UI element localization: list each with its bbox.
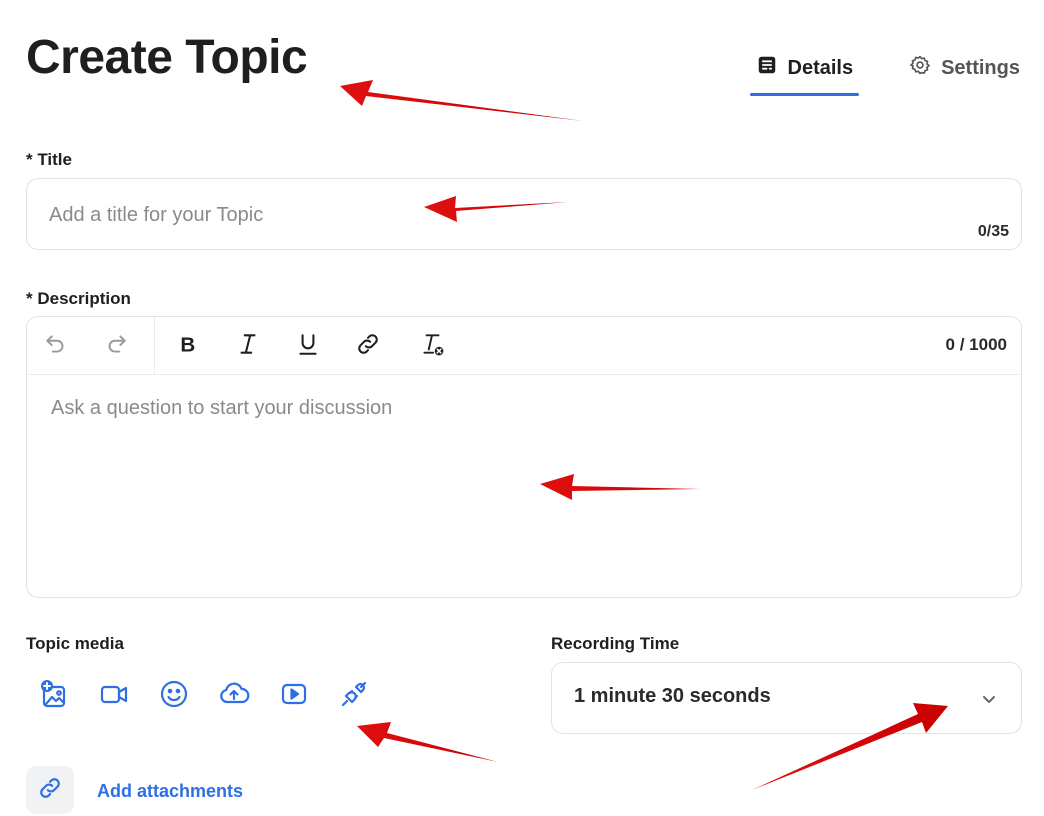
create-topic-page: Create Topic Details Settings * Title 0/…: [0, 0, 1044, 816]
italic-icon: [235, 331, 261, 362]
topic-media-toolbar: [36, 678, 372, 714]
description-char-counter: 0 / 1000: [945, 335, 1007, 354]
emoji-icon: [158, 678, 190, 715]
add-attachments-link[interactable]: Add attachments: [97, 781, 243, 802]
add-video-button[interactable]: [96, 678, 132, 714]
tab-details[interactable]: Details: [749, 50, 860, 96]
title-char-counter: 0/35: [977, 223, 1009, 240]
link-icon: [355, 331, 381, 362]
attachment-icon-button[interactable]: [26, 766, 74, 814]
underline-icon: [295, 331, 321, 362]
italic-button[interactable]: [233, 331, 263, 361]
play-video-icon: [278, 678, 310, 715]
bold-icon: B: [175, 331, 201, 362]
title-input[interactable]: [49, 201, 929, 229]
arrow-to-media-icons: [357, 722, 498, 762]
link-button[interactable]: [353, 331, 383, 361]
form-icon: [756, 54, 778, 82]
arrow-to-page-title: [340, 80, 583, 121]
recording-time-label: Recording Time: [551, 634, 680, 653]
description-editor: B 0 / 1000 Ask a question to start your …: [26, 316, 1022, 598]
tab-bar: Details Settings: [749, 50, 1027, 96]
embed-video-button[interactable]: [276, 678, 312, 714]
topic-media-label: Topic media: [26, 634, 124, 653]
clear-format-icon: [419, 331, 445, 362]
undo-button[interactable]: [41, 331, 71, 361]
add-emoji-button[interactable]: [156, 678, 192, 714]
toolbar-divider: [154, 317, 155, 375]
chevron-down-icon: [977, 687, 1001, 711]
redo-icon: [103, 331, 129, 362]
add-image-button[interactable]: [36, 678, 72, 714]
tab-settings-label: Settings: [941, 56, 1020, 79]
undo-icon: [43, 331, 69, 362]
editor-toolbar: B 0 / 1000: [27, 317, 1021, 375]
svg-text:B: B: [180, 333, 195, 356]
redo-button[interactable]: [101, 331, 131, 361]
tab-details-label: Details: [787, 56, 854, 79]
page-title: Create Topic: [26, 31, 308, 84]
recording-time-select[interactable]: 1 minute 30 seconds: [551, 662, 1022, 734]
add-image-icon: [38, 678, 70, 715]
description-label: * Description: [26, 289, 131, 308]
tab-settings[interactable]: Settings: [903, 50, 1026, 96]
title-label: * Title: [26, 150, 72, 169]
bold-button[interactable]: B: [173, 331, 203, 361]
clear-format-button[interactable]: [417, 331, 447, 361]
connect-integration-button[interactable]: [336, 678, 372, 714]
link-icon: [37, 775, 63, 806]
video-camera-icon: [98, 678, 130, 715]
title-field: 0/35: [26, 178, 1022, 250]
upload-file-button[interactable]: [216, 678, 252, 714]
description-input[interactable]: [51, 397, 991, 577]
recording-time-value: 1 minute 30 seconds: [574, 685, 771, 707]
gear-icon: [909, 54, 931, 82]
cloud-upload-icon: [218, 678, 250, 715]
plug-connect-icon: [338, 678, 370, 715]
underline-button[interactable]: [293, 331, 323, 361]
